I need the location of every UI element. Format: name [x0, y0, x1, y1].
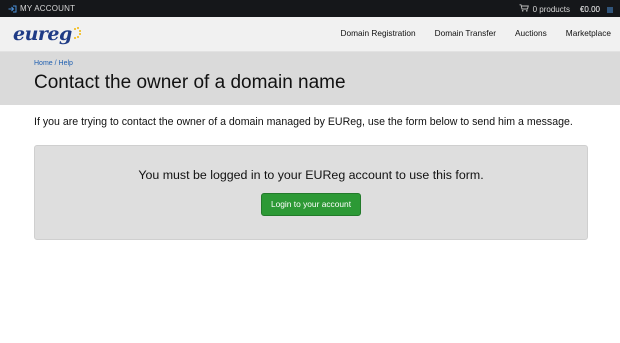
breadcrumb-home[interactable]: Home: [34, 60, 53, 67]
menu-icon[interactable]: [607, 6, 613, 13]
login-required-message: You must be logged in to your EUReg acco…: [138, 168, 484, 182]
nav-auctions[interactable]: Auctions: [515, 28, 547, 38]
breadcrumb: Home / Help: [34, 60, 73, 67]
login-button[interactable]: Login to your account: [261, 193, 361, 216]
cart-summary[interactable]: 0 products €0.00: [519, 4, 613, 14]
my-account-link[interactable]: MY ACCOUNT: [8, 4, 75, 13]
main-nav: Domain Registration Domain Transfer Auct…: [321, 28, 611, 38]
logo-dots-icon: [73, 27, 81, 41]
nav-marketplace[interactable]: Marketplace: [566, 28, 611, 38]
eureg-logo[interactable]: eureg: [13, 22, 81, 46]
nav-domain-registration[interactable]: Domain Registration: [340, 28, 415, 38]
cart-icon: [519, 4, 529, 14]
site-header: eureg Domain Registration Domain Transfe…: [0, 17, 620, 52]
page-title-band: Home / Help Contact the owner of a domai…: [0, 52, 620, 105]
cart-count: 0 products: [532, 4, 570, 14]
page-title: Contact the owner of a domain name: [34, 72, 346, 93]
login-arrow-icon: [8, 5, 17, 13]
intro-text: If you are trying to contact the owner o…: [34, 116, 573, 128]
breadcrumb-help[interactable]: Help: [59, 60, 73, 67]
logo-wordmark: eureg: [13, 23, 72, 45]
my-account-label: MY ACCOUNT: [20, 4, 76, 13]
cart-total: €0.00: [579, 4, 600, 14]
login-required-notice: You must be logged in to your EUReg acco…: [34, 145, 588, 240]
nav-domain-transfer[interactable]: Domain Transfer: [435, 28, 496, 38]
top-bar: MY ACCOUNT 0 products €0.00: [0, 0, 620, 17]
